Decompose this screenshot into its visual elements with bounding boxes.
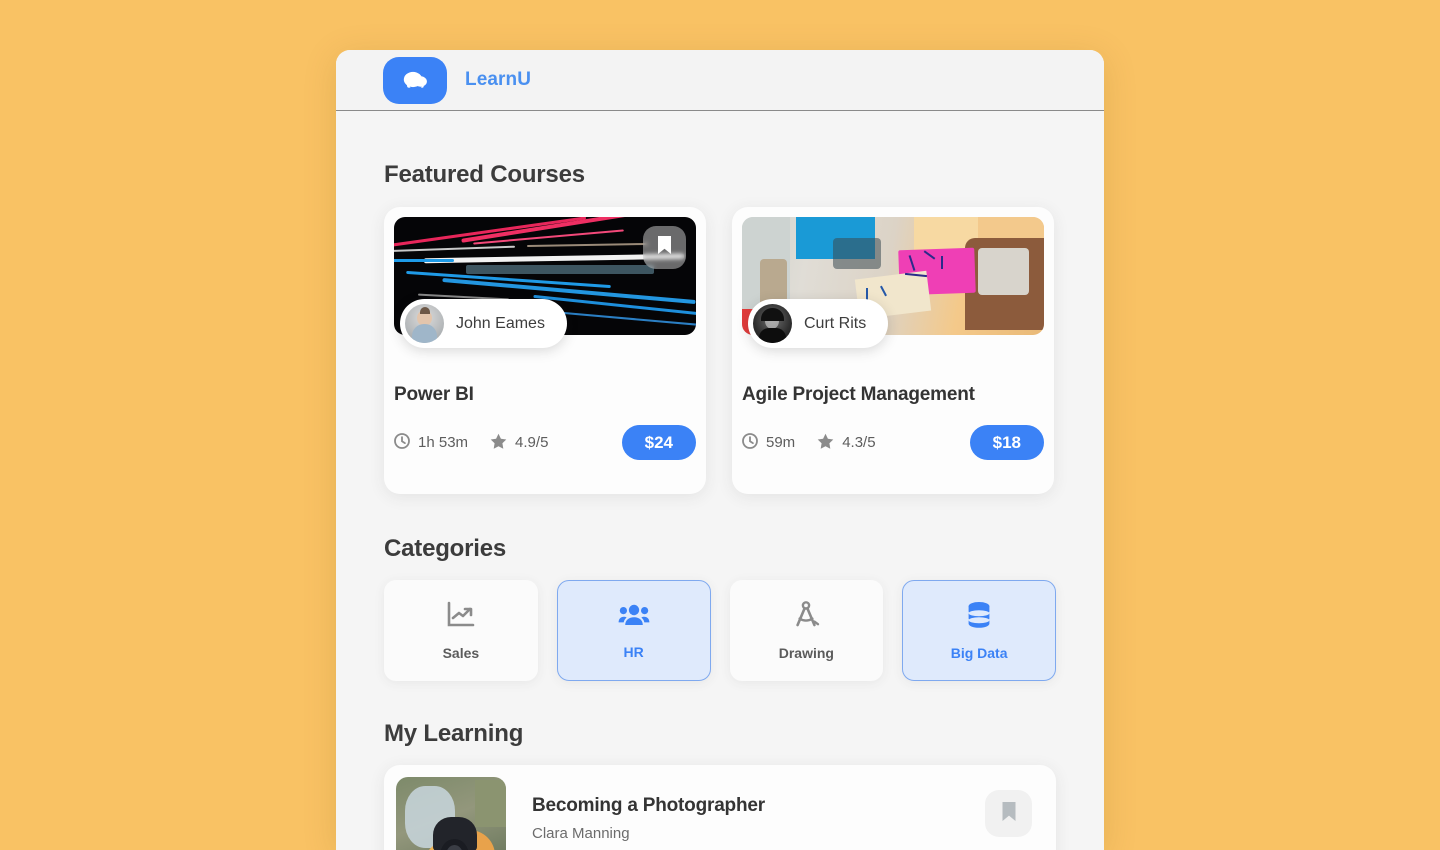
users-icon	[618, 602, 650, 633]
category-label: Sales	[442, 644, 480, 661]
course-price-button[interactable]: $24	[621, 425, 696, 460]
course-duration-label: 59m	[766, 434, 796, 451]
course-author-pill: Curt Rits	[748, 299, 889, 348]
compass-icon	[791, 600, 821, 634]
category-label: Big Data	[950, 644, 1008, 661]
course-meta: 59m 4.3/5 $18	[742, 425, 1044, 460]
bookmark-icon	[1001, 801, 1017, 827]
category-card-drawing[interactable]: Drawing	[729, 580, 884, 681]
category-label: HR	[623, 643, 644, 660]
course-author-pill: John Eames	[400, 299, 567, 348]
bookmark-button[interactable]	[985, 790, 1032, 837]
categories-title: Categories	[384, 535, 507, 562]
author-name: John Eames	[456, 314, 545, 332]
avatar	[405, 304, 444, 343]
categories-row: Sales HR Drawing Big Data	[384, 580, 1056, 681]
course-price-button[interactable]: $18	[969, 425, 1044, 460]
app-window: LearnU Featured Courses John Eames Power…	[336, 50, 1104, 850]
course-rating-label: 4.9/5	[515, 434, 549, 451]
featured-courses-row: John Eames Power BI 1h 53m 4.9/5 $24 Cur…	[384, 207, 1056, 494]
chat-bubble-icon	[402, 69, 428, 91]
course-rating: 4.9/5	[490, 433, 548, 453]
bookmark-button[interactable]	[643, 226, 686, 269]
clock-icon	[394, 432, 410, 453]
author-name: Curt Rits	[804, 314, 867, 332]
learning-details: Becoming a Photographer Clara Manning 69…	[532, 777, 959, 850]
category-label: Drawing	[778, 644, 834, 661]
learning-thumbnail	[396, 777, 506, 850]
course-card[interactable]: John Eames Power BI 1h 53m 4.9/5 $24	[384, 207, 706, 494]
star-icon	[490, 433, 507, 453]
course-meta: 1h 53m 4.9/5 $24	[394, 425, 696, 460]
avatar	[753, 304, 792, 343]
learning-list-item[interactable]: Becoming a Photographer Clara Manning 69…	[384, 765, 1056, 850]
course-duration-label: 1h 53m	[418, 434, 469, 451]
course-rating-label: 4.3/5	[842, 434, 876, 451]
star-icon	[817, 433, 834, 453]
database-icon	[965, 601, 993, 634]
learning-title: Becoming a Photographer	[532, 795, 765, 816]
bookmark-icon	[657, 235, 672, 260]
course-title: Power BI	[394, 384, 474, 405]
app-header: LearnU	[336, 50, 1104, 111]
chart-line-icon	[446, 601, 476, 634]
brand-logo[interactable]	[383, 56, 447, 104]
category-card-hr[interactable]: HR	[556, 580, 711, 681]
brand-name: LearnU	[465, 69, 532, 90]
category-card-big-data[interactable]: Big Data	[902, 580, 1056, 681]
course-duration: 1h 53m	[394, 432, 469, 453]
course-duration: 59m	[742, 432, 796, 453]
app-body: Featured Courses John Eames Power BI 1h …	[336, 161, 1104, 850]
my-learning-title: My Learning	[384, 720, 524, 747]
course-title: Agile Project Management	[742, 384, 975, 405]
learning-author: Clara Manning	[532, 825, 630, 842]
featured-courses-title: Featured Courses	[384, 161, 585, 188]
clock-icon	[742, 432, 758, 453]
course-card[interactable]: Curt Rits Agile Project Management 59m 4…	[732, 207, 1054, 494]
course-rating: 4.3/5	[817, 433, 876, 453]
category-card-sales[interactable]: Sales	[384, 580, 538, 681]
